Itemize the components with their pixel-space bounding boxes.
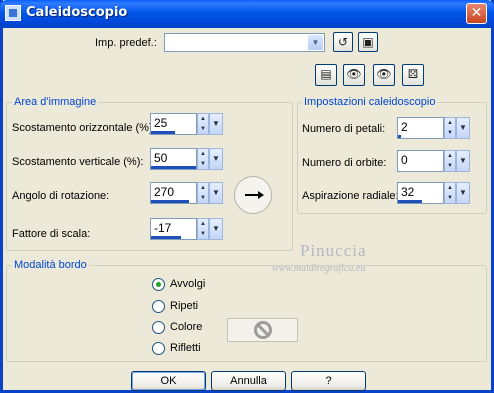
save-icon[interactable]: ▣ — [358, 32, 378, 52]
rotation-angle-dropdown[interactable]: ▼ — [209, 182, 223, 204]
radial-suction-slider[interactable] — [398, 200, 422, 203]
petals-label: Numero di petali: — [302, 123, 386, 135]
scale-factor-dropdown[interactable]: ▼ — [209, 218, 223, 240]
dialog-settings-icon[interactable]: ▤ — [315, 64, 337, 86]
petals-slider[interactable] — [398, 135, 401, 138]
radial-suction-spinner[interactable]: 32 ▲ ▼ ▼ — [397, 182, 470, 204]
kaleido-settings-title: Impostazioni caleidoscopio — [302, 96, 438, 108]
orbits-label: Numero di orbite: — [302, 157, 387, 169]
rotation-angle-label: Angolo di rotazione: — [12, 190, 110, 202]
arrow-right-icon — [258, 191, 264, 199]
petals-updown[interactable]: ▲ ▼ — [444, 117, 456, 139]
edge-mode-reflect-label: Rifletti — [170, 342, 201, 354]
petals-spinner[interactable]: 2 ▲ ▼ ▼ — [397, 117, 470, 139]
edge-color-swatch[interactable] — [227, 318, 298, 342]
horizontal-offset-slider[interactable] — [151, 131, 175, 134]
radial-suction-dropdown[interactable]: ▼ — [456, 182, 470, 204]
scale-factor-slider[interactable] — [151, 236, 181, 239]
edge-mode-repeat-radio[interactable] — [152, 300, 165, 313]
watermark-name: Pinuccia — [300, 241, 367, 260]
petals-dropdown[interactable]: ▼ — [456, 117, 470, 139]
rotation-angle-updown[interactable]: ▲ ▼ — [197, 182, 209, 204]
ok-button[interactable]: OK — [131, 371, 206, 391]
orbits-updown[interactable]: ▲ ▼ — [444, 150, 456, 172]
vertical-offset-updown[interactable]: ▲ ▼ — [197, 148, 209, 170]
edge-mode-wrap-label: Avvolgi — [170, 278, 206, 290]
preview-left-icon[interactable]: 👁 — [343, 64, 365, 86]
edge-mode-wrap-radio[interactable] — [152, 278, 165, 291]
rotation-angle-slider[interactable] — [151, 200, 189, 203]
orbits-input[interactable]: 0 — [397, 150, 444, 172]
horizontal-offset-label: Scostamento orizzontale (%): — [12, 122, 156, 134]
horizontal-offset-dropdown[interactable]: ▼ — [209, 113, 223, 135]
scale-factor-updown[interactable]: ▲ ▼ — [197, 218, 209, 240]
edge-mode-color-label: Colore — [170, 321, 203, 333]
scale-factor-label: Fattore di scala: — [12, 228, 91, 240]
vertical-offset-dropdown[interactable]: ▼ — [209, 148, 223, 170]
radial-suction-label: Aspirazione radiale: — [302, 190, 399, 202]
orbits-dropdown[interactable]: ▼ — [456, 150, 470, 172]
edge-mode-reflect-radio[interactable] — [152, 342, 165, 355]
orbits-spinner[interactable]: 0 ▲ ▼ ▼ — [397, 150, 470, 172]
presets-label: Imp. predef.: — [95, 37, 157, 49]
edge-mode-title: Modalità bordo — [12, 259, 89, 271]
horizontal-offset-updown[interactable]: ▲ ▼ — [197, 113, 209, 135]
title-bar[interactable]: Caleidoscopio ✕ — [0, 0, 494, 28]
reset-icon[interactable]: ↺ — [333, 32, 353, 52]
horizontal-offset-spinner[interactable]: 25 ▲ ▼ ▼ — [150, 113, 223, 135]
petals-input[interactable]: 2 — [397, 117, 444, 139]
edge-mode-repeat-label: Ripeti — [170, 300, 199, 312]
image-area-title: Area d'immagine — [12, 96, 99, 108]
rotation-dial[interactable] — [234, 176, 272, 214]
vertical-offset-slider[interactable] — [151, 166, 196, 169]
radial-suction-updown[interactable]: ▲ ▼ — [444, 182, 456, 204]
rotation-angle-spinner[interactable]: 270 ▲ ▼ ▼ — [150, 182, 223, 204]
cancel-button[interactable]: Annulla — [211, 371, 286, 391]
vertical-offset-label: Scostamento verticale (%): — [12, 156, 144, 168]
presets-dropdown[interactable]: ▼ — [164, 33, 325, 52]
chevron-down-icon[interactable]: ▼ — [308, 35, 323, 50]
scale-factor-spinner[interactable]: -17 ▲ ▼ ▼ — [150, 218, 223, 240]
app-icon — [5, 5, 21, 21]
edge-mode-group — [6, 265, 487, 362]
rotation-dial-pointer — [245, 194, 259, 196]
help-button[interactable]: ? — [291, 371, 366, 391]
vertical-offset-spinner[interactable]: 50 ▲ ▼ ▼ — [150, 148, 223, 170]
no-color-icon — [254, 321, 272, 339]
close-button[interactable]: ✕ — [466, 3, 487, 24]
random-dice-icon[interactable]: ⚄ — [402, 64, 424, 86]
edge-mode-color-radio[interactable] — [152, 321, 165, 334]
window-title: Caleidoscopio — [26, 5, 128, 20]
preview-right-icon[interactable]: 👁 — [373, 64, 395, 86]
